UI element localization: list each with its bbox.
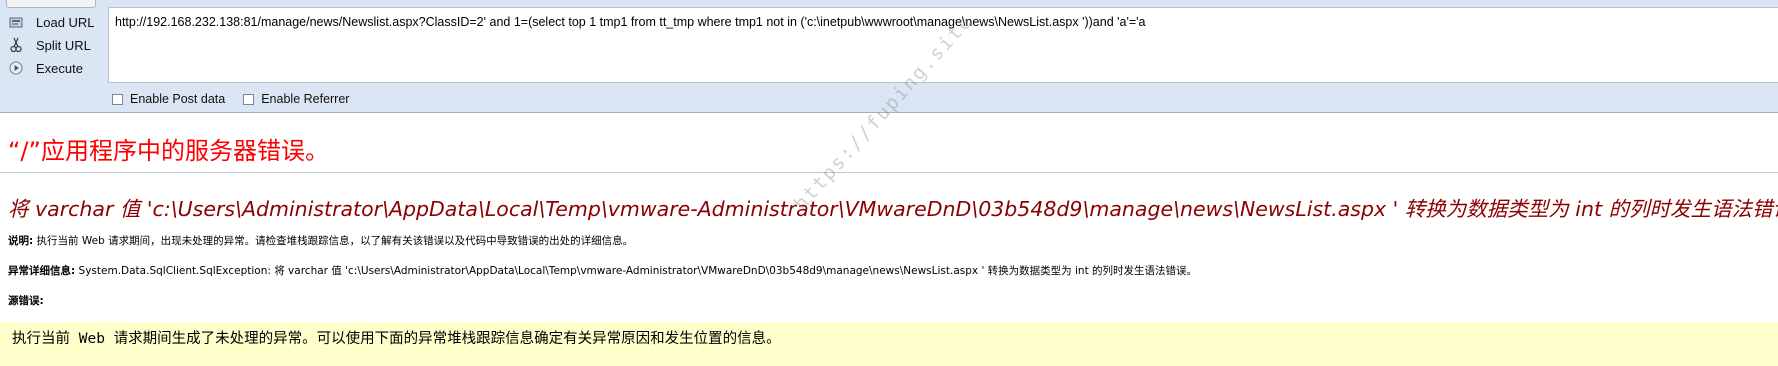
split-url-button[interactable]: Split URL	[0, 33, 108, 57]
enable-post-data-label: Enable Post data	[130, 92, 226, 106]
enable-referrer-label: Enable Referrer	[261, 92, 350, 106]
hackbar-side-buttons: Load URL Split URL Execute	[0, 10, 108, 90]
enable-post-data-checkbox[interactable]	[112, 93, 123, 105]
source-error-heading: 源错误:	[8, 293, 44, 308]
description-text: 执行当前 Web 请求期间，出现未处理的异常。请检查堆栈跟踪信息，以了解有关该错…	[33, 235, 634, 247]
load-url-icon	[6, 12, 26, 32]
hackbar-options: Enable Post data Enable Referrer	[112, 90, 367, 108]
split-url-icon	[6, 35, 26, 55]
exception-details-text: System.Data.SqlClient.SqlException: 将 va…	[75, 265, 1198, 277]
enable-post-data-option[interactable]: Enable Post data	[112, 92, 225, 106]
exception-details-label: 异常详细信息:	[8, 265, 76, 277]
execute-icon	[6, 58, 26, 78]
execute-label: Execute	[36, 60, 83, 76]
error-title: “/”应用程序中的服务器错误。	[8, 137, 329, 165]
hackbar-top-tab[interactable]	[6, 0, 96, 8]
execute-button[interactable]: Execute	[0, 56, 108, 80]
source-error-text: 执行当前 Web 请求期间生成了未处理的异常。可以使用下面的异常堆栈跟踪信息确定…	[12, 331, 781, 347]
enable-referrer-checkbox[interactable]	[243, 93, 255, 105]
description-line: 说明: 执行当前 Web 请求期间，出现未处理的异常。请检查堆栈跟踪信息，以了解…	[8, 233, 633, 248]
source-error-label: 源错误:	[8, 295, 44, 307]
exception-details-line: 异常详细信息: System.Data.SqlClient.SqlExcepti…	[8, 263, 1197, 278]
load-url-button[interactable]: Load URL	[0, 10, 108, 34]
split-url-label: Split URL	[36, 37, 91, 53]
load-url-label: Load URL	[36, 14, 95, 30]
enable-referrer-option[interactable]: Enable Referrer	[243, 92, 349, 106]
description-label: 说明:	[8, 235, 34, 247]
error-subtitle: 将 varchar 值 'c:\Users\Administrator\AppD…	[8, 197, 1778, 221]
title-divider	[0, 172, 1778, 173]
